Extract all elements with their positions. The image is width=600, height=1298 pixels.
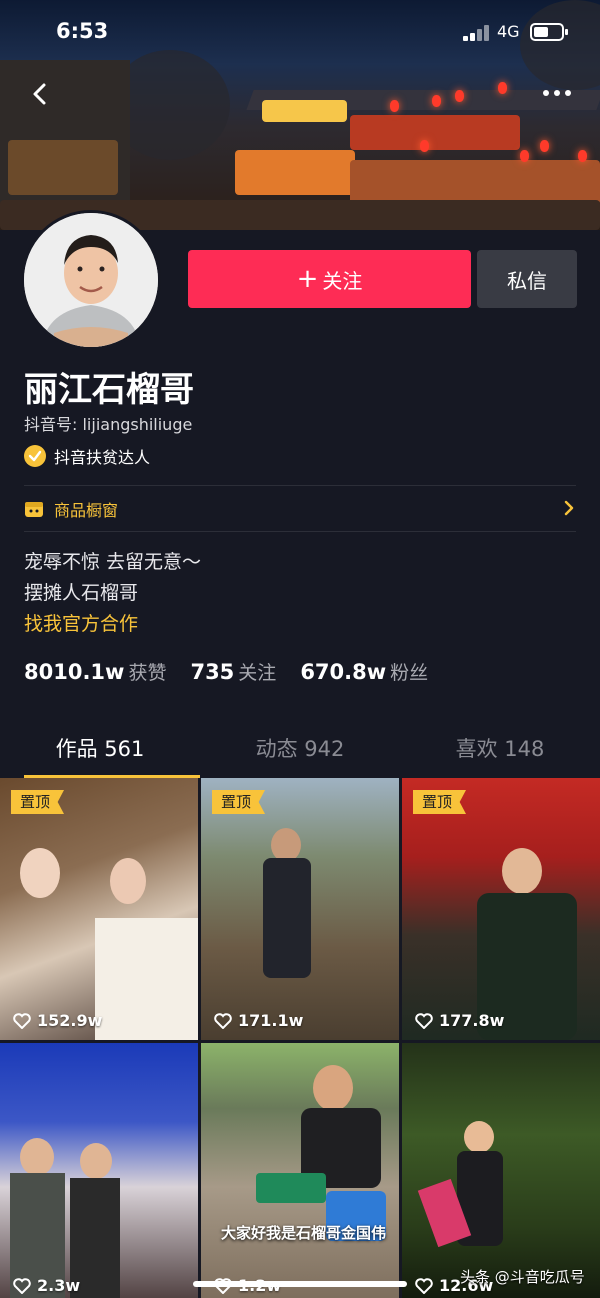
stat-value: 735 [190, 660, 235, 684]
video-tile[interactable]: 大家好我是石榴哥金国伟 1.2w [201, 1043, 399, 1298]
follow-label: 关注 [322, 268, 363, 293]
home-indicator[interactable] [193, 1281, 407, 1287]
video-likes: 171.1w [214, 1011, 303, 1030]
shop-icon [25, 502, 43, 517]
tab-works[interactable]: 作品 561 [0, 726, 200, 778]
content-tabs: 作品 561 动态 942 喜欢 148 [0, 726, 600, 778]
more-icon[interactable] [542, 88, 572, 98]
pinned-badge: 置顶 [212, 790, 266, 814]
back-arrow-icon[interactable] [26, 80, 54, 108]
tab-likes[interactable]: 喜欢 148 [400, 726, 600, 778]
stat-followers[interactable]: 670.8w 粉丝 [300, 658, 428, 685]
stat-likes: 8010.1w 获赞 [24, 658, 166, 685]
network-label: 4G [497, 22, 520, 41]
message-button[interactable]: 私信 [477, 250, 577, 308]
nickname: 丽江石榴哥 [24, 370, 194, 410]
heart-icon [214, 1012, 232, 1029]
video-tile[interactable]: 12.6w [402, 1043, 600, 1298]
bio: 宠辱不惊 去留无意～ 摆摊人石榴哥 找我官方合作 [24, 547, 201, 640]
heart-icon [415, 1012, 433, 1029]
divider [24, 485, 576, 486]
stats-row: 8010.1w 获赞 735 关注 670.8w 粉丝 [24, 658, 452, 685]
video-tile[interactable]: 2.3w [0, 1043, 198, 1298]
stat-label: 粉丝 [390, 662, 429, 684]
douyin-id: 抖音号: lijiangshiliuge [24, 415, 193, 434]
video-tile[interactable]: 置顶 152.9w [0, 778, 198, 1040]
status-time: 6:53 [56, 19, 109, 43]
divider [24, 531, 576, 532]
pinned-badge: 置顶 [413, 790, 467, 814]
video-likes: 177.8w [415, 1011, 504, 1030]
heart-icon [13, 1012, 31, 1029]
video-tile[interactable]: 置顶 171.1w [201, 778, 399, 1040]
stat-label: 关注 [238, 662, 277, 684]
battery-icon [530, 23, 568, 41]
pinned-badge: 置顶 [11, 790, 65, 814]
stat-following[interactable]: 735 关注 [190, 658, 276, 685]
video-grid: 置顶 152.9w 置顶 171.1w 置顶 177.8w 2.3w 大家好我是… [0, 778, 600, 1298]
verified-badge-label: 抖音扶贫达人 [54, 448, 151, 467]
heart-icon [13, 1277, 31, 1294]
status-bar: 6:53 4G [0, 0, 600, 62]
follow-button[interactable]: + 关注 [188, 250, 471, 308]
stat-label: 获赞 [128, 662, 167, 684]
message-label: 私信 [507, 268, 547, 293]
heart-icon [415, 1277, 433, 1294]
video-likes: 152.9w [13, 1011, 102, 1030]
avatar[interactable] [21, 210, 161, 350]
verified-badge-row: 抖音扶贫达人 [24, 444, 150, 468]
video-likes-count: 2.3w [37, 1276, 81, 1295]
shop-window-label: 商品橱窗 [54, 501, 119, 520]
cooperation-link[interactable]: 找我官方合作 [24, 609, 201, 640]
stat-value: 670.8w [300, 660, 387, 684]
verified-check-icon [24, 445, 46, 467]
video-likes-count: 177.8w [439, 1011, 505, 1030]
tab-dynamics[interactable]: 动态 942 [200, 726, 400, 778]
video-likes-count: 171.1w [238, 1011, 304, 1030]
signal-icon [463, 25, 489, 41]
bio-line: 宠辱不惊 去留无意～ [24, 551, 202, 573]
watermark: 头条 @斗音吃瓜号 [460, 1268, 585, 1286]
plus-icon: + [296, 264, 319, 294]
chevron-right-icon [564, 500, 574, 516]
video-likes-count: 152.9w [37, 1011, 103, 1030]
bio-line: 摆摊人石榴哥 [24, 582, 139, 604]
shop-window-row[interactable]: 商品橱窗 [24, 494, 576, 524]
video-tile[interactable]: 置顶 177.8w [402, 778, 600, 1040]
stat-value: 8010.1w [24, 660, 125, 684]
video-caption: 大家好我是石榴哥金国伟 [221, 1224, 387, 1242]
video-likes: 2.3w [13, 1276, 80, 1295]
